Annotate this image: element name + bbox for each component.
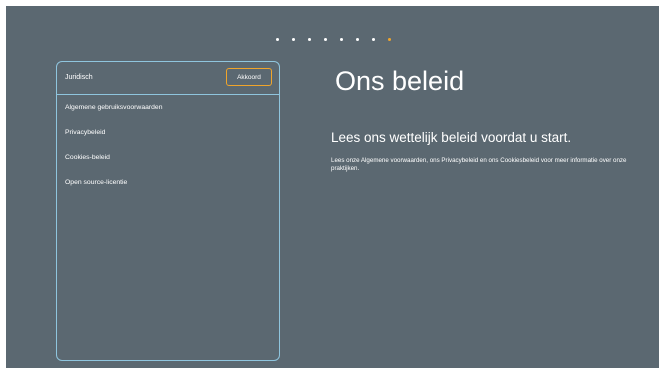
page-indicator: [6, 36, 659, 44]
page-dot-2: [291, 38, 295, 41]
page-dot-3: [307, 38, 311, 41]
legal-panel-header: Juridisch Akkoord: [57, 62, 279, 95]
accept-button[interactable]: Akkoord: [226, 68, 272, 86]
policy-item-open-source[interactable]: Open source-licentie: [57, 170, 279, 195]
legal-panel: Juridisch Akkoord Algemene gebruiksvoorw…: [56, 61, 280, 361]
setup-screen: Juridisch Akkoord Algemene gebruiksvoorw…: [6, 6, 659, 368]
page-dot-1: [275, 38, 279, 41]
policy-list: Algemene gebruiksvoorwaarden Privacybele…: [57, 95, 279, 195]
page-title: Ons beleid: [335, 66, 465, 96]
policy-item-privacy[interactable]: Privacybeleid: [57, 120, 279, 145]
legal-panel-title: Juridisch: [65, 74, 93, 81]
page-dot-4: [323, 38, 327, 41]
page-dot-6: [355, 38, 359, 41]
page-dot-5: [339, 38, 343, 41]
page-subtitle: Lees ons wettelijk beleid voordat u star…: [331, 130, 572, 145]
page-dot-8-active: [387, 38, 391, 41]
policy-item-cookies[interactable]: Cookies-beleid: [57, 145, 279, 170]
page-dot-7: [371, 38, 375, 41]
policy-item-terms[interactable]: Algemene gebruiksvoorwaarden: [57, 95, 279, 120]
page-description: Lees onze Algemene voorwaarden, ons Priv…: [331, 157, 627, 173]
